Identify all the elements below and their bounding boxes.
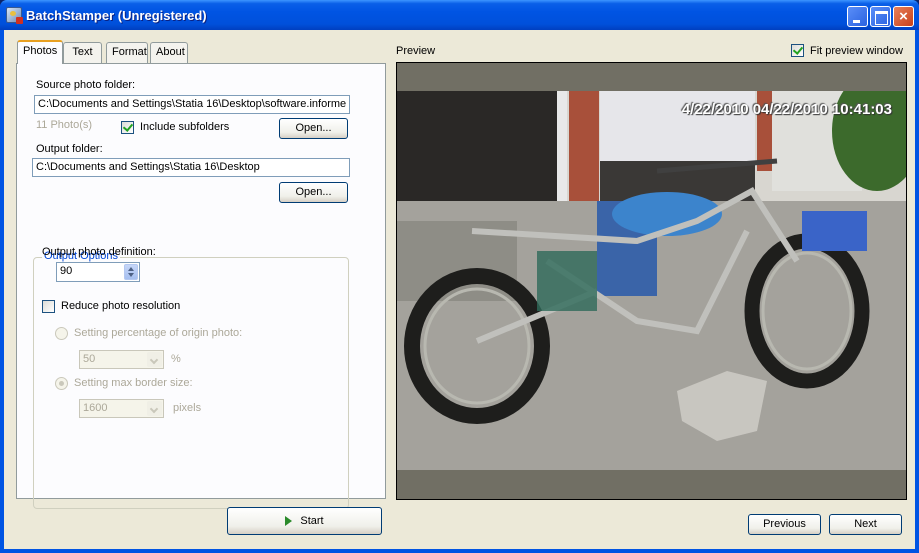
output-definition-spinner[interactable]: 90 bbox=[56, 262, 140, 282]
reduce-resolution-checkbox[interactable] bbox=[42, 300, 55, 313]
preview-label: Preview bbox=[396, 45, 436, 57]
start-button[interactable]: Start bbox=[227, 507, 382, 535]
preview-photo: 4/22/2010 04/22/2010 10:41:03 bbox=[397, 91, 906, 470]
percentage-unit: % bbox=[171, 353, 181, 365]
open-output-button[interactable]: Open... bbox=[279, 182, 348, 203]
app-window: BatchStamper (Unregistered) × Photos Tex… bbox=[0, 0, 919, 553]
close-button[interactable]: × bbox=[893, 6, 914, 27]
spinner-arrows-icon[interactable] bbox=[124, 264, 138, 280]
source-folder-input[interactable]: C:\Documents and Settings\Statia 16\Desk… bbox=[34, 95, 350, 114]
close-icon: × bbox=[899, 8, 908, 25]
maximize-button[interactable] bbox=[870, 6, 891, 27]
max-border-unit: pixels bbox=[173, 402, 202, 414]
client-area: Photos Text Format About Source photo fo… bbox=[4, 30, 915, 549]
source-folder-label: Source photo folder: bbox=[36, 79, 136, 91]
date-stamp-overlay: 4/22/2010 04/22/2010 10:41:03 bbox=[681, 101, 892, 118]
max-border-value: 1600 bbox=[83, 402, 108, 414]
include-subfolders-checkbox[interactable] bbox=[121, 121, 134, 134]
percentage-label: Setting percentage of origin photo: bbox=[74, 327, 243, 339]
output-definition-label: Output photo definition: bbox=[42, 246, 156, 258]
chevron-down-icon[interactable] bbox=[147, 352, 162, 367]
fit-preview-checkbox[interactable] bbox=[791, 44, 804, 57]
reduce-resolution-label[interactable]: Reduce photo resolution bbox=[61, 300, 180, 312]
max-border-radio[interactable] bbox=[55, 377, 68, 390]
output-definition-value[interactable]: 90 bbox=[60, 265, 72, 277]
title-bar[interactable]: BatchStamper (Unregistered) × bbox=[0, 0, 919, 30]
minimize-button[interactable] bbox=[847, 6, 868, 27]
include-subfolders-label[interactable]: Include subfolders bbox=[140, 121, 229, 133]
open-source-button[interactable]: Open... bbox=[279, 118, 348, 139]
tab-photos[interactable]: Photos bbox=[17, 40, 63, 64]
percentage-radio[interactable] bbox=[55, 327, 68, 340]
tab-about[interactable]: About bbox=[150, 42, 188, 63]
app-icon bbox=[6, 7, 23, 24]
percentage-value: 50 bbox=[83, 353, 96, 365]
max-border-select[interactable]: 1600 bbox=[79, 399, 164, 418]
motorcycle-photo-image bbox=[397, 91, 906, 470]
fit-preview-label[interactable]: Fit preview window bbox=[810, 45, 903, 57]
photos-tab-panel: Source photo folder: C:\Documents and Se… bbox=[16, 63, 386, 509]
previous-button[interactable]: Previous bbox=[748, 514, 821, 535]
preview-area: 4/22/2010 04/22/2010 10:41:03 bbox=[396, 62, 907, 500]
output-folder-label: Output folder: bbox=[36, 143, 103, 155]
percentage-select[interactable]: 50 bbox=[79, 350, 164, 369]
start-label: Start bbox=[300, 515, 324, 527]
chevron-down-icon[interactable] bbox=[147, 401, 162, 416]
max-border-label: Setting max border size: bbox=[74, 377, 193, 389]
play-icon bbox=[285, 516, 293, 527]
window-title: BatchStamper (Unregistered) bbox=[26, 8, 207, 23]
photo-count: 11 Photo(s) bbox=[36, 119, 93, 131]
tab-text[interactable]: Text bbox=[63, 42, 102, 63]
tab-format[interactable]: Format bbox=[106, 42, 148, 63]
output-folder-input[interactable]: C:\Documents and Settings\Statia 16\Desk… bbox=[32, 158, 350, 177]
next-button[interactable]: Next bbox=[829, 514, 902, 535]
